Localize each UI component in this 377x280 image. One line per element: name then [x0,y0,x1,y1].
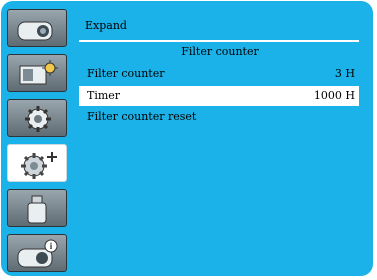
information-icon: i [17,239,58,268]
row-label: Timer [87,89,121,102]
menu-panel: Expand Filter counter Filter counter 3 H… [71,9,369,271]
picture-adjust-icon [19,60,58,85]
submenu-title: Filter counter [181,45,259,58]
settings-gear-icon [25,106,51,132]
menu-row-filter-counter-reset[interactable]: Filter counter reset [79,107,359,127]
osd-menu-frame: i Expand Filter counter Filter counter 3… [1,1,373,276]
sidebar-item-settings[interactable] [7,99,67,137]
menu-sidebar: i [7,9,67,272]
usb-memory-icon [27,195,47,224]
row-label: Filter counter [87,67,165,80]
sidebar-item-picture[interactable] [7,54,67,92]
display-icon [17,21,53,41]
row-value: 3 H [334,67,355,80]
expand-gear-icon [21,152,57,179]
sidebar-item-information[interactable]: i [7,234,67,272]
title-divider [79,40,359,42]
menu-row-filter-counter[interactable]: Filter counter 3 H [79,64,359,84]
menu-title: Expand [85,19,127,32]
menu-row-timer[interactable]: Timer 1000 H [79,86,359,106]
sidebar-item-display[interactable] [7,9,67,47]
row-label: Filter counter reset [87,110,197,123]
sidebar-item-expand[interactable] [7,144,67,182]
sidebar-item-usb[interactable] [7,189,67,227]
row-value: 1000 H [313,89,355,102]
